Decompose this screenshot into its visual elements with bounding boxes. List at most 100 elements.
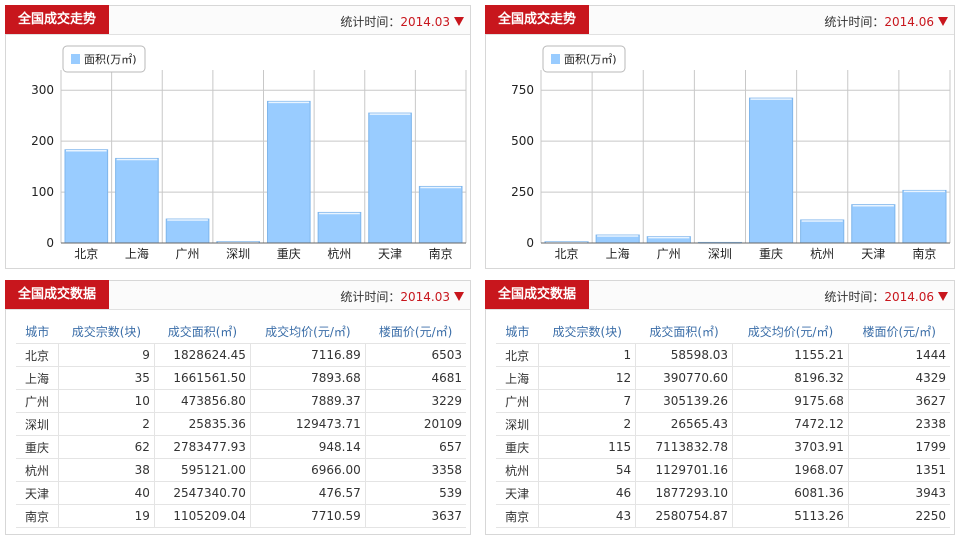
stat-time[interactable]: 统计时间：2014.06	[824, 288, 948, 305]
value-cell: 25835.36	[153, 412, 251, 436]
table-row: 南京 43 2580754.87 5113.26 2250	[496, 504, 950, 528]
value-cell: 62	[57, 435, 155, 459]
value-cell: 473856.80	[153, 389, 251, 413]
column-header: 城市	[16, 319, 59, 344]
down-triangle-icon[interactable]	[938, 292, 948, 301]
city-cell: 重庆	[496, 435, 539, 459]
value-cell: 20109	[364, 412, 466, 436]
value-cell: 6081.36	[732, 481, 849, 505]
city-cell: 南京	[16, 504, 59, 528]
value-cell: 115	[538, 435, 636, 459]
value-cell: 26565.43	[635, 412, 733, 436]
value-cell: 3943	[847, 481, 950, 505]
legend-swatch	[71, 54, 80, 64]
bar	[902, 189, 947, 244]
table-row: 重庆 62 2783477.93 948.14 657	[16, 435, 466, 459]
x-tick-label: 南京	[912, 246, 936, 261]
bar	[800, 219, 845, 244]
value-cell: 2	[57, 412, 155, 436]
city-cell: 天津	[16, 481, 59, 505]
bar	[317, 211, 362, 244]
value-cell: 3627	[847, 389, 950, 413]
value-cell: 595121.00	[153, 458, 251, 482]
x-tick-label: 深圳	[708, 247, 732, 261]
city-cell: 上海	[496, 366, 539, 390]
y-tick-label: 250	[511, 185, 534, 199]
value-cell: 7113832.78	[635, 435, 733, 459]
table-panel-2014-03: 全国成交数据 统计时间：2014.03 城市 成交宗数(块) 成交面积(㎡) 成交均价…	[5, 280, 471, 535]
column-header: 楼面价(元/㎡)	[848, 319, 950, 344]
value-cell: 5113.26	[732, 504, 849, 528]
city-cell: 深圳	[16, 412, 59, 436]
bar	[115, 157, 159, 244]
y-tick-label: 750	[511, 83, 534, 97]
value-cell: 46	[538, 481, 636, 505]
city-cell: 北京	[496, 343, 539, 367]
table-row: 南京 19 1105209.04 7710.59 3637	[16, 504, 466, 528]
value-cell: 1129701.16	[635, 458, 733, 482]
panel-header: 全国成交数据 统计时间：2014.03	[5, 280, 470, 310]
value-cell: 7893.68	[249, 366, 366, 390]
column-header: 成交均价(元/㎡)	[732, 319, 849, 344]
table-row: 北京 9 1828624.45 7116.89 6503	[16, 343, 466, 367]
down-triangle-icon[interactable]	[454, 292, 464, 301]
value-cell: 129473.71	[249, 412, 366, 436]
value-cell: 2547340.70	[153, 481, 251, 505]
stat-time[interactable]: 统计时间：2014.06	[824, 13, 948, 30]
column-header: 成交均价(元/㎡)	[250, 319, 366, 344]
value-cell: 4681	[364, 366, 466, 390]
value-cell: 7116.89	[249, 343, 366, 367]
city-cell: 广州	[496, 389, 539, 413]
stat-date: 2014.06	[884, 290, 934, 304]
stat-time[interactable]: 统计时间：2014.03	[340, 288, 464, 305]
stat-date: 2014.03	[400, 290, 450, 304]
value-cell: 1877293.10	[635, 481, 733, 505]
panel-title: 全国成交走势	[5, 5, 110, 34]
bar	[851, 204, 896, 244]
stat-label: 统计时间：	[340, 15, 401, 29]
x-tick-label: 天津	[378, 247, 402, 261]
city-cell: 上海	[16, 366, 59, 390]
column-header: 成交面积(㎡)	[635, 319, 733, 344]
x-tick-label: 重庆	[277, 247, 301, 261]
legend-swatch	[551, 54, 560, 64]
legend: 面积(万㎡)	[62, 45, 146, 73]
panel-title: 全国成交数据	[485, 280, 590, 309]
value-cell: 19	[57, 504, 155, 528]
column-header: 成交宗数(块)	[58, 319, 155, 344]
value-cell: 7889.37	[249, 389, 366, 413]
x-tick-label: 北京	[74, 247, 98, 261]
x-tick-label: 广州	[657, 247, 681, 261]
value-cell: 3229	[364, 389, 466, 413]
bar-chart: 0 100 200 300 北京 上海 广州 深圳 重庆 杭州 天津 南京 面积(万㎡)	[31, 45, 467, 261]
column-header: 城市	[496, 319, 539, 344]
bar	[64, 149, 109, 244]
data-table: 城市 成交宗数(块) 成交面积(㎡) 成交均价(元/㎡) 楼面价(元/㎡) 北京 9 1828…	[16, 319, 466, 528]
chart-panel-2014-03: 全国成交走势 统计时间：2014.03 0 100 200 300 北京 上海 广州 深圳 重庆…	[5, 5, 471, 269]
city-cell: 北京	[16, 343, 59, 367]
column-header: 成交宗数(块)	[538, 319, 636, 344]
down-triangle-icon[interactable]	[454, 17, 464, 26]
panel-title: 全国成交走势	[485, 5, 590, 34]
city-cell: 重庆	[16, 435, 59, 459]
value-cell: 8196.32	[732, 366, 849, 390]
value-cell: 7472.12	[732, 412, 849, 436]
x-tick-label: 重庆	[759, 247, 783, 261]
value-cell: 7	[538, 389, 636, 413]
value-cell: 6966.00	[249, 458, 366, 482]
chart-panel-2014-06: 全国成交走势 统计时间：2014.06 0 250 500 750 北京 上海 广州 深圳 重庆…	[485, 5, 955, 269]
down-triangle-icon[interactable]	[938, 17, 948, 26]
table-row: 杭州 38 595121.00 6966.00 3358	[16, 458, 466, 482]
value-cell: 3358	[364, 458, 466, 482]
x-tick-label: 南京	[429, 246, 453, 261]
column-header: 楼面价(元/㎡)	[365, 319, 466, 344]
value-cell: 948.14	[249, 435, 366, 459]
table-header-row: 城市 成交宗数(块) 成交面积(㎡) 成交均价(元/㎡) 楼面价(元/㎡)	[496, 319, 950, 344]
value-cell: 7710.59	[249, 504, 366, 528]
stat-time[interactable]: 统计时间：2014.03	[340, 13, 464, 30]
bar	[418, 185, 463, 244]
stat-label: 统计时间：	[824, 15, 885, 29]
value-cell: 10	[57, 389, 155, 413]
bar	[267, 100, 311, 244]
x-tick-label: 杭州	[327, 246, 351, 261]
